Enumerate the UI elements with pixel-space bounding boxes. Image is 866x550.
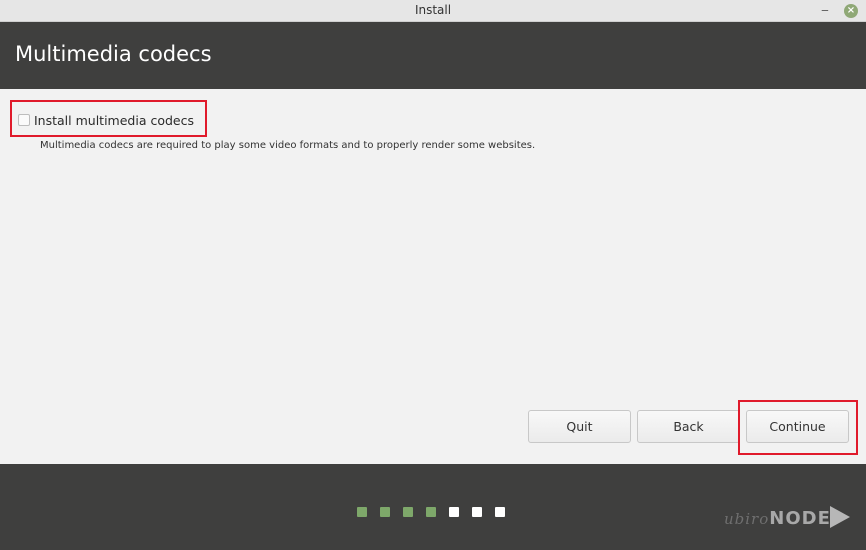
codecs-description: Multimedia codecs are required to play s…	[40, 140, 536, 151]
progress-step-1	[357, 507, 367, 517]
progress-step-3	[403, 507, 413, 517]
progress-step-5	[449, 507, 459, 517]
main-content: Install multimedia codecs Multimedia cod…	[0, 89, 866, 464]
back-button[interactable]: Back	[637, 410, 740, 443]
progress-step-7	[495, 507, 505, 517]
install-codecs-checkbox[interactable]	[18, 114, 30, 126]
progress-steps	[357, 507, 505, 517]
page-title: Multimedia codecs	[15, 42, 212, 66]
progress-footer: ubiroNODE	[0, 464, 866, 550]
page-header: Multimedia codecs	[0, 22, 866, 89]
watermark-text-1: ubiro	[724, 510, 770, 528]
watermark-logo: ubiroNODE	[724, 508, 831, 529]
minimize-icon[interactable]: ‒	[818, 0, 832, 20]
watermark-text-2: NODE	[769, 508, 831, 529]
window-title: Install	[414, 3, 452, 17]
play-icon	[830, 506, 850, 528]
progress-step-4	[426, 507, 436, 517]
title-bar: Install ‒ ×	[0, 0, 866, 22]
continue-button[interactable]: Continue	[746, 410, 849, 443]
quit-button[interactable]: Quit	[528, 410, 631, 443]
close-icon[interactable]: ×	[844, 4, 858, 18]
install-codecs-label[interactable]: Install multimedia codecs	[34, 113, 194, 128]
codecs-checkbox-row[interactable]: Install multimedia codecs	[18, 110, 194, 130]
progress-step-2	[380, 507, 390, 517]
progress-step-6	[472, 507, 482, 517]
